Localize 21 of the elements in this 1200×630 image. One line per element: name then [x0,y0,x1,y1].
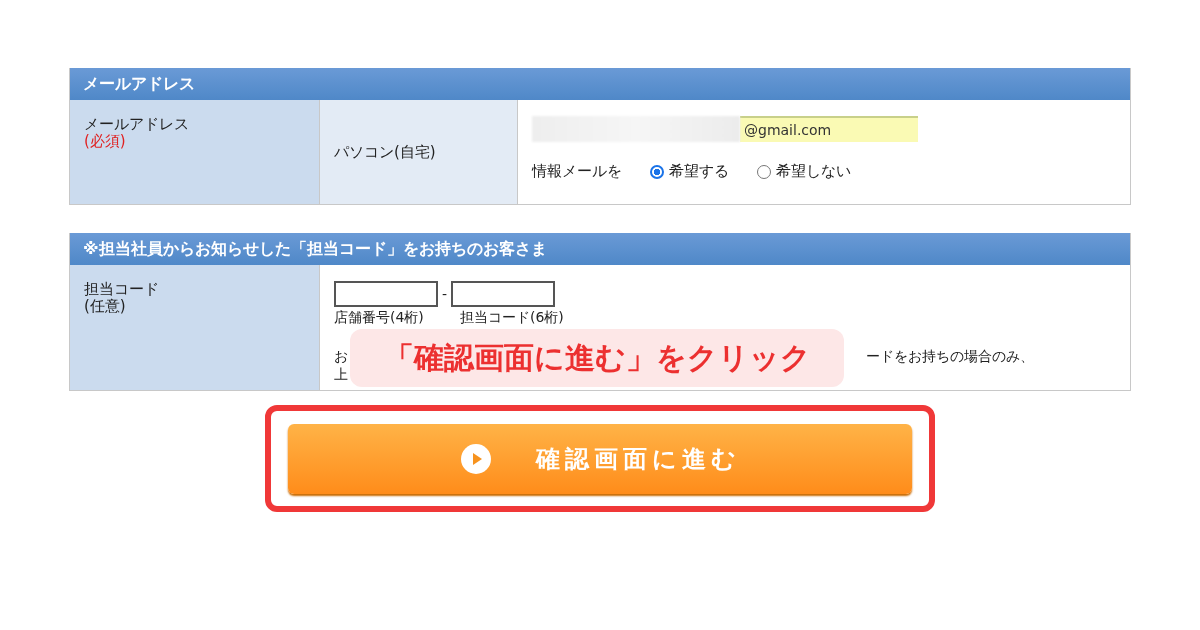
separator: - [442,286,448,302]
optional-label: (任意) [84,298,127,315]
field-label: メールアドレス [84,116,190,133]
play-icon [459,442,492,475]
section-header: メールアドレス [70,68,1130,100]
callout: 「確認画面に進む」をクリック [350,329,844,387]
field-label: 担当コード [84,281,160,298]
radio-option[interactable]: 希望する [650,162,729,181]
input-field[interactable] [334,281,438,307]
note-text: ードをお持ちの場合のみ、 [866,347,1034,365]
sub-label: パソコン(自宅) [334,142,436,162]
note-text: 上 [334,366,348,382]
section-header: ※担当社員からお知らせした「担当コード」をお持ちのお客さま [70,233,1130,265]
required-label: (必須) [84,133,127,150]
field-caption: 店舗番号(4桁) [334,309,425,325]
note-text: お [334,347,348,365]
field-caption: 担当コード(6桁) [460,309,565,325]
email-field[interactable]: @gmail.com [740,116,918,142]
radio-option[interactable]: 希望しない [757,162,851,181]
input-field[interactable] [451,281,556,307]
newsletter-label: 情報メールを [532,162,622,181]
